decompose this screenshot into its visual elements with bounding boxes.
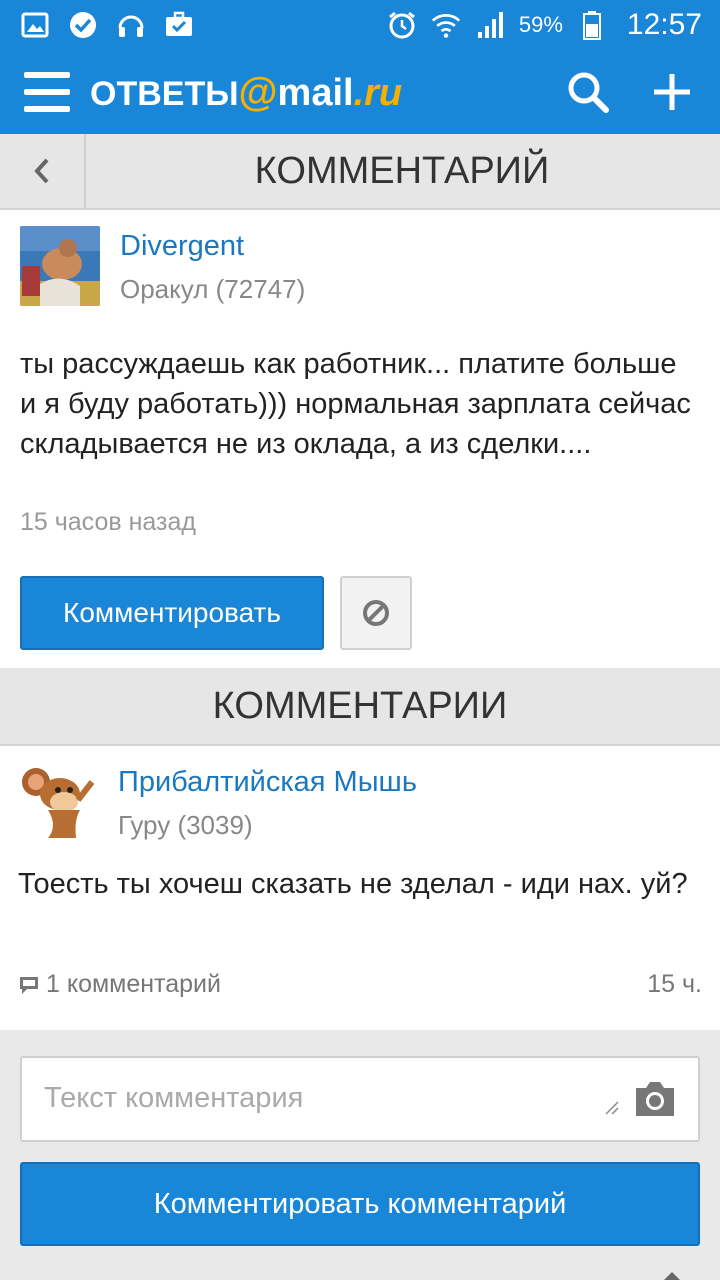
page-title: КОММЕНТАРИЙ <box>254 149 550 192</box>
app-bar: ОТВЕТЫ @ mail .ru <box>0 50 720 134</box>
clock: 12:57 <box>626 8 702 41</box>
logo-at: @ <box>238 69 278 114</box>
comment-input[interactable]: Текст комментария <box>20 1056 700 1142</box>
reply-time: 15 ч. <box>647 970 702 998</box>
battery-percent: 59% <box>518 12 563 37</box>
author-rank: Оракул (72747) <box>120 274 306 304</box>
briefcase-check-icon <box>164 10 194 40</box>
search-icon[interactable] <box>566 70 610 114</box>
submit-comment-button[interactable]: Комментировать комментарий <box>20 1162 700 1246</box>
block-button[interactable] <box>340 576 412 650</box>
logo-mail: mail <box>277 71 354 114</box>
chevron-left-icon <box>34 158 49 184</box>
resize-handle-icon[interactable] <box>602 1098 620 1116</box>
comments-count: 1 комментарий <box>46 970 221 998</box>
comments-count-link[interactable]: 1 комментарий <box>18 970 221 999</box>
corner-mark-icon <box>664 1272 680 1280</box>
author-name[interactable]: Прибалтийская Мышь <box>118 766 417 799</box>
comment-placeholder: Текст комментария <box>44 1082 304 1114</box>
author-name[interactable]: Divergent <box>120 230 244 263</box>
menu-icon[interactable] <box>24 72 70 112</box>
reply-item: Прибалтийская Мышь Гуру (3039) Тоесть ты… <box>0 746 720 1030</box>
comment-text: Тоесть ты хочеш сказать не зделал - иди … <box>18 868 688 900</box>
back-button[interactable] <box>0 134 86 208</box>
title-bar: КОММЕНТАРИЙ <box>0 134 720 210</box>
comments-header: КОММЕНТАРИИ <box>0 668 720 746</box>
avatar[interactable] <box>18 760 98 840</box>
logo[interactable]: ОТВЕТЫ @ mail .ru <box>90 70 402 115</box>
check-circle-icon <box>68 10 98 40</box>
logo-text: ОТВЕТЫ <box>90 74 239 113</box>
comment-text: ты рассуждаешь как работник... платите б… <box>20 348 691 460</box>
comment-button[interactable]: Комментировать <box>20 576 324 650</box>
camera-icon[interactable] <box>632 1076 678 1122</box>
alarm-icon <box>387 10 417 40</box>
battery-icon <box>577 10 607 40</box>
signal-icon <box>475 10 505 40</box>
avatar[interactable] <box>20 226 100 306</box>
headset-icon <box>116 10 146 40</box>
wifi-icon <box>431 10 461 40</box>
gallery-icon <box>20 10 50 40</box>
status-bar: 59% 12:57 <box>0 0 720 50</box>
logo-domain: .ru <box>353 71 403 114</box>
comment-time: 15 часов назад <box>20 508 196 536</box>
block-icon <box>363 600 389 626</box>
author-rank: Гуру (3039) <box>118 810 253 840</box>
main-comment: Divergent Оракул (72747) ты рассуждаешь … <box>0 210 720 668</box>
comment-icon <box>20 976 38 994</box>
add-icon[interactable] <box>650 70 694 114</box>
comment-form: Текст комментария Комментировать коммент… <box>0 1030 720 1280</box>
